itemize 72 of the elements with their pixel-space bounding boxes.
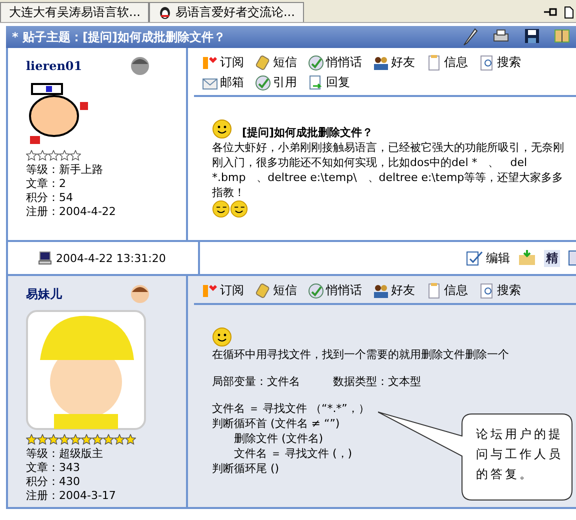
phone-heart-icon [202,54,218,70]
action-link[interactable]: 订阅 [202,282,244,299]
phone-icon [255,54,271,70]
action-link[interactable]: 好友 [373,282,415,299]
post-text: 在循环中用寻找文件，找到一个需要的就用删除文件删除一个 [212,347,509,362]
username[interactable]: 易妹儿 [26,286,90,302]
penguin-icon [158,6,172,20]
action-link[interactable]: 引用 [255,74,297,91]
people-icon [373,282,389,298]
edit-link[interactable]: 编辑 [466,250,510,266]
face-icon [130,284,150,304]
user-stat: 积分：54 [26,191,73,205]
user-stat: 注册：2004-3-17 [26,489,116,503]
username[interactable]: lieren01 [26,59,90,73]
action-link[interactable]: 回复 [308,74,350,91]
callout-text: 论坛用户的提问与工作人员的答复。 [476,426,564,483]
pin-icon[interactable] [544,7,558,17]
face-icon [130,56,150,76]
folder-icon[interactable] [518,250,536,266]
computer-icon [38,251,52,265]
browser-tab[interactable]: 易语言爱好者交流论... [149,2,304,22]
phone-icon [255,282,271,298]
best-button[interactable]: 精 [544,250,560,266]
post-title: [提问]如何成批删除文件？ [242,125,374,140]
clipboard-icon [426,54,442,70]
action-link[interactable]: 搜索 [479,54,521,71]
search-icon [479,54,495,70]
search-icon [479,282,495,298]
printer-icon[interactable] [492,28,510,44]
clipboard-icon [426,282,442,298]
user-stat: 积分：430 [26,475,80,489]
smiley-icon [212,327,232,347]
action-link[interactable]: 邮箱 [202,74,244,91]
code-line: 文件名 ＝ 寻找文件 （“*.*”，） [212,401,370,416]
edit-icon [466,250,484,266]
topic-title: * 贴子主题：[提问]如何成批删除文件？ [12,28,226,46]
user-stat: 等级：新手上路 [26,163,103,177]
check-disc-icon [255,74,271,90]
pen-icon[interactable] [462,28,478,46]
action-link[interactable]: 悄悄话 [308,282,362,299]
action-link[interactable]: 订阅 [202,54,244,71]
post-time: 2004-4-22 13:31:20 [56,252,166,264]
action-link[interactable]: 信息 [426,54,468,71]
user-stat: 等级：超级版主 [26,447,103,461]
page-icon[interactable] [564,6,574,18]
code-line: 删除文件 (文件名) [233,431,324,446]
user-stat: 文章：2 [26,177,66,191]
check-disc-icon [308,282,324,298]
action-link[interactable]: 短信 [255,54,297,71]
floppy-icon[interactable] [524,28,540,44]
phone-heart-icon [202,282,218,298]
code-line: 判断循环首 (文件名 ≠ “”) [212,416,341,431]
wink-smiley-icon [230,200,248,218]
action-link[interactable]: 搜索 [479,282,521,299]
smiley-icon [212,119,232,139]
code-line: 文件名 ＝ 寻找文件 (，) [233,446,354,461]
action-link[interactable]: 短信 [255,282,297,299]
action-link[interactable]: 好友 [373,54,415,71]
post-text: 局部变量：文件名 数据类型：文本型 [212,374,421,389]
people-icon [373,54,389,70]
browser-tab[interactable]: 大连大有吴涛易语言软... [0,2,150,22]
wink-smiley-icon [212,200,230,218]
check-disc-icon [308,54,324,70]
user-stat: 注册：2004-4-22 [26,205,116,219]
book-icon[interactable] [554,28,570,44]
document-icon[interactable] [568,250,576,266]
user-stat: 文章：343 [26,461,80,475]
reply-icon [308,74,324,90]
action-link[interactable]: 信息 [426,282,468,299]
post-text: 各位大虾好，小弟刚刚接触易语言，已经被它强大的功能所吸引，无奈刚刚入门，很多功能还不知如何实现，比如dos中的del * 、 del *.bmp 、deltree e:\temp\ 、deltree e:\temp等等，还望大家多多指教！ [212,140,565,200]
action-link[interactable]: 悄悄话 [308,54,362,71]
code-line: 判断循环尾 () [212,461,280,476]
